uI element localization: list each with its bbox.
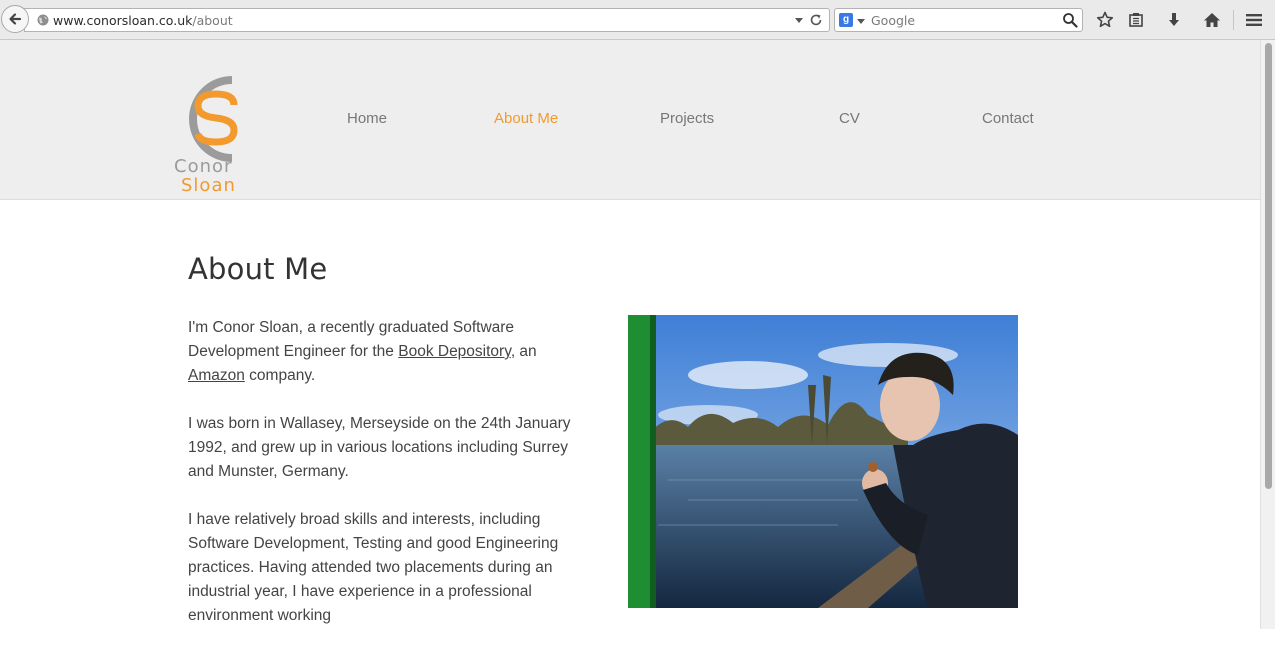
svg-text:Conor: Conor <box>174 156 232 177</box>
nav-about-me[interactable]: About Me <box>494 110 558 127</box>
book-depository-link[interactable]: Book Depository <box>398 343 511 360</box>
address-bar[interactable]: www.conorsloan.co.uk/about <box>24 8 830 32</box>
download-icon[interactable] <box>1164 10 1184 30</box>
google-engine-icon[interactable]: g <box>839 13 853 27</box>
page-scrollbar[interactable] <box>1260 40 1275 629</box>
reading-list-icon[interactable] <box>1126 10 1146 30</box>
url-host: www.conorsloan.co.uk <box>53 13 193 28</box>
bio-paragraph-2: I was born in Wallasey, Merseyside on th… <box>188 415 571 480</box>
logo-cs-icon: Conor Sloan <box>174 76 238 196</box>
nav-contact[interactable]: Contact <box>982 110 1034 127</box>
reload-icon[interactable] <box>809 13 823 27</box>
bio-paragraph-3: I have relatively broad skills and inter… <box>188 511 559 624</box>
nav-cv[interactable]: CV <box>839 110 860 127</box>
scrollbar-thumb[interactable] <box>1265 43 1272 489</box>
bio-p1-mid: , an <box>510 343 537 360</box>
profile-photo <box>628 315 1018 608</box>
url-path: /about <box>192 13 233 28</box>
browser-toolbar: www.conorsloan.co.uk/about g Google <box>0 0 1275 40</box>
search-bar[interactable]: g Google <box>834 8 1083 32</box>
back-arrow-icon <box>9 13 22 25</box>
home-icon[interactable] <box>1202 10 1222 30</box>
bio-text: I'm Conor Sloan, a recently graduated So… <box>188 316 588 652</box>
menu-icon[interactable] <box>1244 10 1264 30</box>
nav-projects[interactable]: Projects <box>660 110 714 127</box>
back-button[interactable] <box>1 5 29 33</box>
page-title: About Me <box>188 252 328 286</box>
amazon-link[interactable]: Amazon <box>188 367 245 384</box>
search-icon[interactable] <box>1062 12 1078 28</box>
url-text[interactable]: www.conorsloan.co.uk/about <box>53 13 233 28</box>
globe-icon <box>37 14 49 26</box>
nav-home[interactable]: Home <box>347 110 387 127</box>
bookmark-star-icon[interactable] <box>1095 10 1115 30</box>
site-header: Conor Sloan Home About Me Projects CV Co… <box>0 40 1260 200</box>
bio-paragraph-1: I'm Conor Sloan, a recently graduated So… <box>188 316 588 388</box>
url-history-dropdown-icon[interactable] <box>795 18 803 23</box>
svg-text:Sloan: Sloan <box>181 175 236 195</box>
search-placeholder: Google <box>871 13 916 28</box>
lake-portrait-image <box>628 315 1018 608</box>
toolbar-divider <box>1233 10 1234 30</box>
site-logo[interactable]: Conor Sloan <box>168 70 268 196</box>
bio-p1-end: company. <box>244 367 316 384</box>
search-engine-dropdown-icon[interactable] <box>857 19 865 24</box>
